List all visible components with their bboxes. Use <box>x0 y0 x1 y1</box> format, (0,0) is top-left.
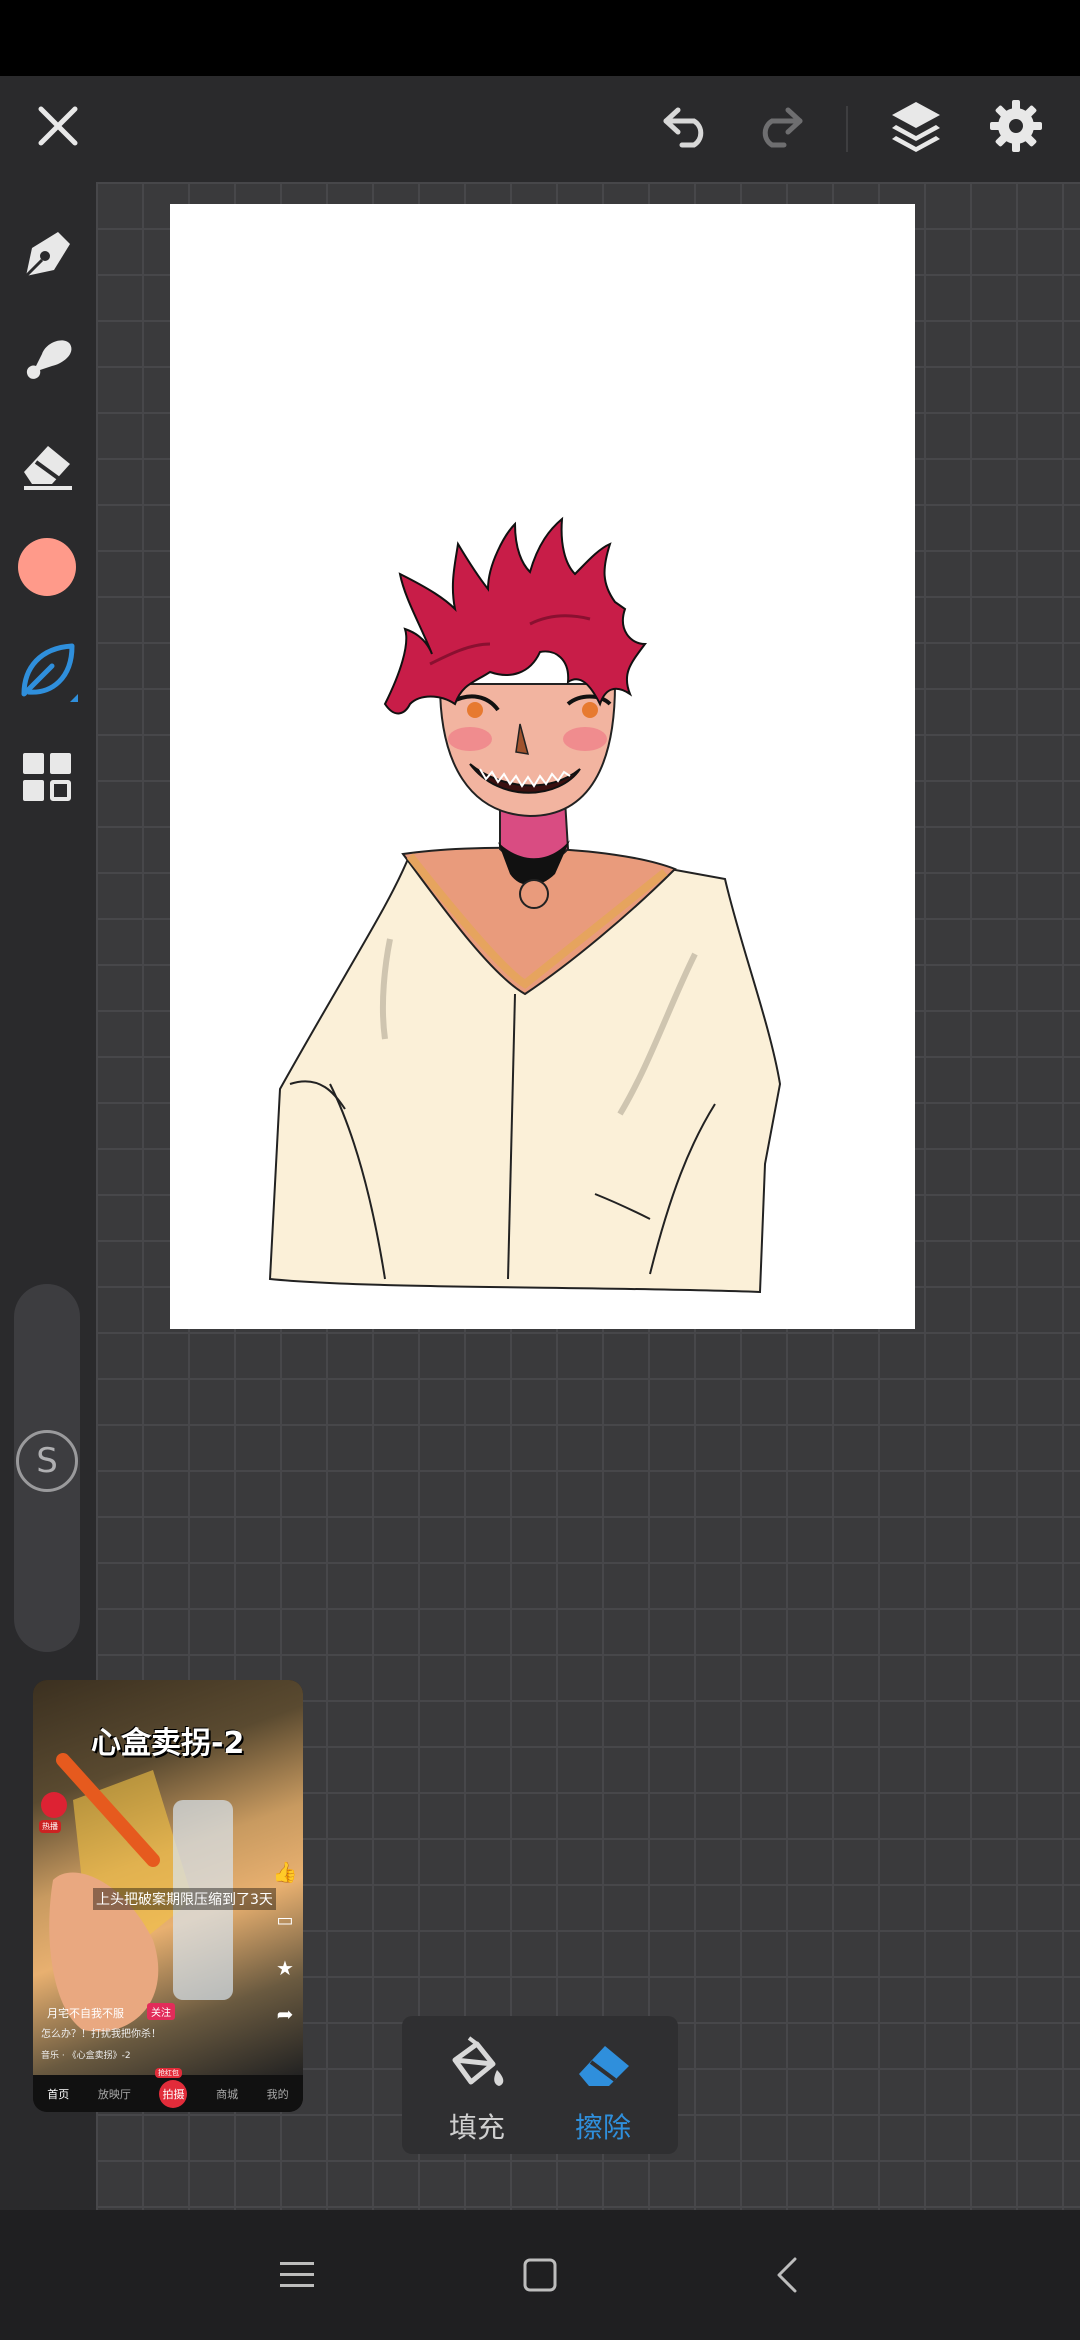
system-nav-bar <box>0 2210 1080 2340</box>
center-badge: 抢红包 <box>155 2068 182 2078</box>
grid-menu-icon[interactable] <box>14 744 80 810</box>
slider-badge[interactable]: S <box>16 1430 78 1492</box>
video-title: 心盒卖拐-2 <box>91 1726 245 1761</box>
toolbar-divider <box>846 106 848 152</box>
music-line: 音乐 · 《心盒卖拐》-2 <box>41 2051 131 2061</box>
tab-theater[interactable]: 放映厅 <box>98 2086 131 2102</box>
like-icon[interactable]: 👍 <box>273 1860 298 1884</box>
color-swatch[interactable] <box>18 538 76 596</box>
drawing-canvas[interactable] <box>170 204 915 1329</box>
tab-home[interactable]: 首页 <box>47 2086 69 2102</box>
avatar-badge: 热播 <box>39 1820 61 1833</box>
status-bar <box>0 0 1080 76</box>
video-frame: 心盒卖拐-2 热播 上头把破案期限压缩到了3天 👍 ▭ ★ ➦ 月宅不自我不服 … <box>33 1680 303 2075</box>
close-icon[interactable] <box>28 96 88 156</box>
leaf-brush-icon[interactable] <box>14 636 84 706</box>
eraser-icon[interactable] <box>14 430 80 496</box>
fill-label: 填充 <box>448 2111 505 2144</box>
comment-icon[interactable]: ▭ <box>273 1908 297 1932</box>
erase-label: 擦除 <box>574 2111 631 2144</box>
fill-button[interactable]: 填充 <box>422 2026 532 2146</box>
home-square-icon[interactable] <box>515 2250 565 2300</box>
redo-icon[interactable] <box>746 96 810 156</box>
video-caption: 上头把破案期限压缩到了3天 <box>93 1888 276 1910</box>
video-tab-bar: 首页 放映厅 拍摄 商城 我的 <box>33 2075 303 2112</box>
favorite-icon[interactable]: ★ <box>273 1956 297 1980</box>
brush-size-slider[interactable]: S <box>14 1284 80 1652</box>
tab-me[interactable]: 我的 <box>267 2086 289 2102</box>
top-toolbar <box>0 76 1080 182</box>
character-artwork <box>268 516 782 1294</box>
paint-bucket-icon <box>447 2034 507 2094</box>
erase-button[interactable]: 擦除 <box>548 2026 658 2146</box>
follow-tag[interactable]: 关注 <box>147 2003 175 2020</box>
menu-icon[interactable] <box>272 2250 322 2300</box>
pen-tool-icon[interactable] <box>14 222 80 288</box>
layers-icon[interactable] <box>884 92 948 160</box>
sub-line: 怎么办？！打扰我把你杀！ <box>41 2029 161 2040</box>
author-line: 月宅不自我不服 <box>47 2007 124 2020</box>
tab-mall[interactable]: 商城 <box>216 2086 238 2102</box>
back-chevron-icon[interactable] <box>762 2250 812 2300</box>
undo-icon[interactable] <box>656 96 720 156</box>
eraser-icon <box>573 2034 633 2094</box>
tab-record[interactable]: 拍摄 <box>159 2079 188 2108</box>
gear-icon[interactable] <box>984 92 1048 160</box>
share-icon[interactable]: ➦ <box>273 2002 297 2026</box>
avatar[interactable] <box>41 1792 67 1818</box>
floating-video-window[interactable]: 心盒卖拐-2 热播 上头把破案期限压缩到了3天 👍 ▭ ★ ➦ 月宅不自我不服 … <box>33 1680 303 2112</box>
smudge-brush-icon[interactable] <box>14 326 80 392</box>
fill-erase-selector: 填充 擦除 <box>402 2016 678 2154</box>
